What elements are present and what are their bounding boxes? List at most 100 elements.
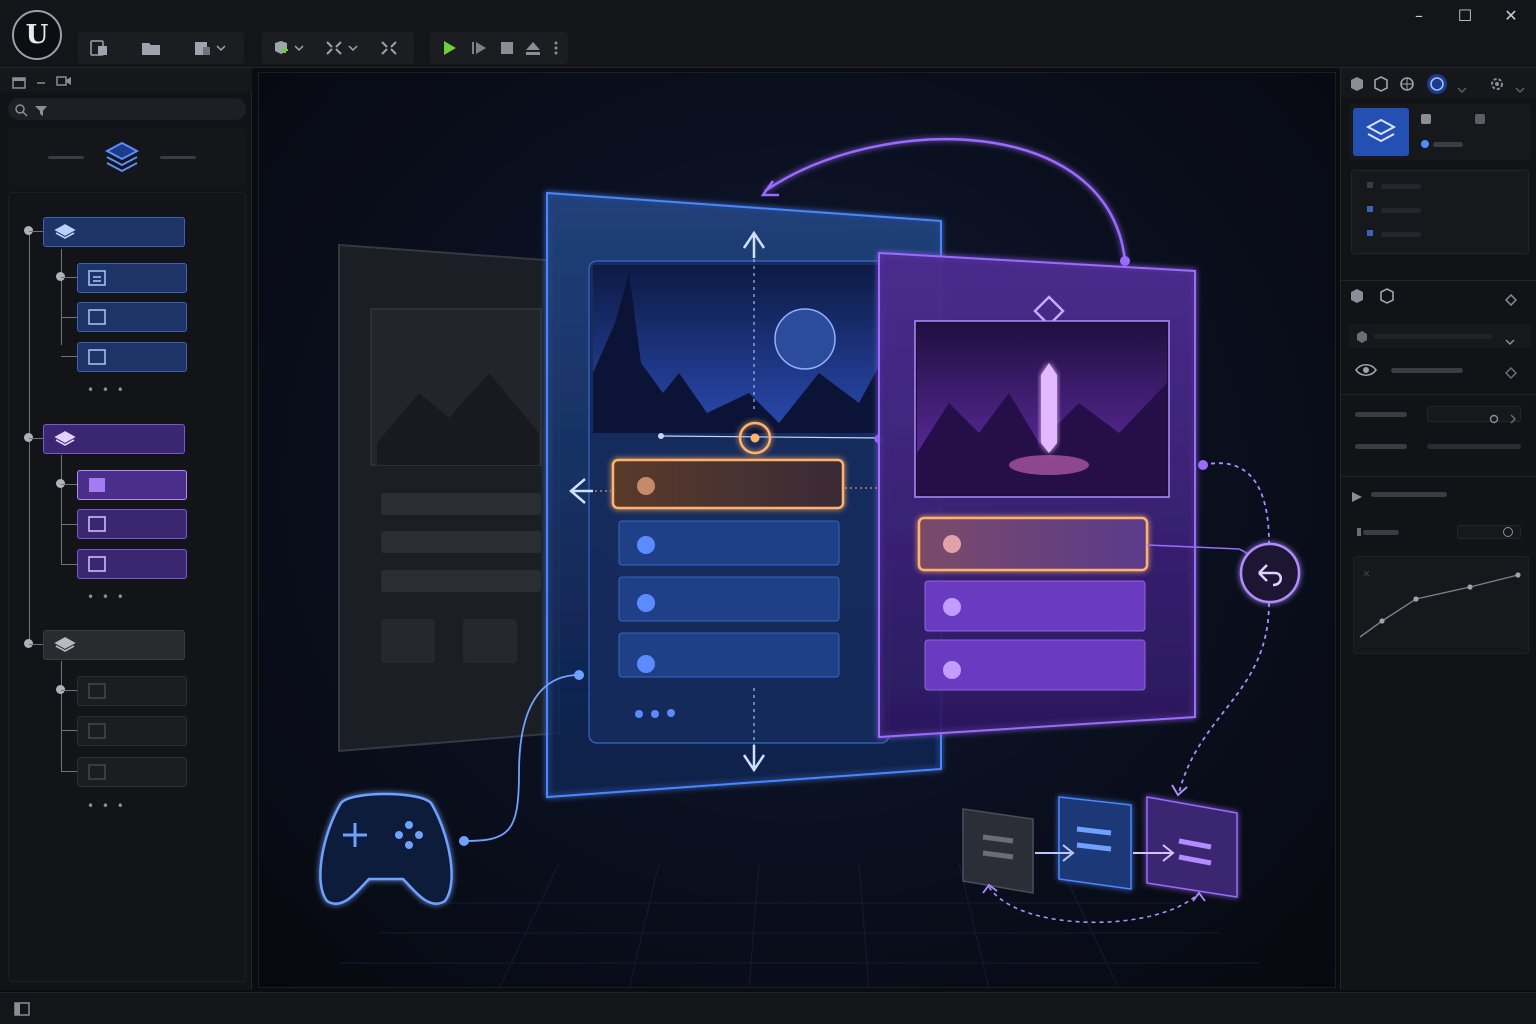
property-value-input[interactable]: [1427, 406, 1521, 422]
more-items-indicator[interactable]: • • •: [87, 590, 126, 604]
chevron-down-icon[interactable]: [1505, 332, 1515, 351]
tree-node-disabled-2[interactable]: [77, 716, 187, 746]
component-field: [1373, 334, 1493, 339]
title-bar: U – ☐ ✕: [0, 0, 1536, 68]
chevron-right-icon[interactable]: [1509, 409, 1517, 428]
tree-node-canvas-purple[interactable]: [43, 424, 185, 454]
tree-node-button-4[interactable]: [77, 549, 187, 579]
eye-icon[interactable]: [1355, 362, 1377, 381]
tree-node-disabled-3[interactable]: [77, 757, 187, 787]
anchors-section: [1351, 170, 1529, 254]
section-divider: [1341, 476, 1536, 477]
chevron-down-icon[interactable]: [1515, 80, 1525, 99]
search-icon: [14, 102, 28, 121]
tree-node-button-1[interactable]: [77, 302, 187, 332]
cube-outline-icon[interactable]: [1379, 288, 1395, 308]
purple-panel: [878, 251, 1196, 739]
diamond-icon[interactable]: [1504, 291, 1518, 310]
globe-icon[interactable]: [1427, 74, 1447, 94]
component-icon: [1355, 329, 1369, 348]
widget-tree: • • • • • • • • •: [8, 192, 246, 982]
gamepad-icon: [319, 792, 453, 905]
anchor-item-label: [1381, 208, 1421, 213]
keyframe-marker[interactable]: [1357, 528, 1361, 536]
layers-icon[interactable]: [102, 140, 142, 178]
chevron-down-icon[interactable]: [1457, 80, 1467, 99]
chevron-down-icon[interactable]: [36, 74, 46, 93]
transform-mode-button[interactable]: [322, 34, 364, 62]
header-divider-right: [160, 156, 196, 159]
tree-node-canvas-gray[interactable]: [43, 630, 185, 660]
property-circle-icon[interactable]: [1489, 409, 1499, 428]
snap-icon[interactable]: [376, 34, 402, 62]
button-widget-icon: [88, 349, 106, 365]
diamond-icon[interactable]: [1504, 364, 1518, 383]
cube-outline-icon[interactable]: [1373, 76, 1389, 96]
property-slider[interactable]: [1427, 444, 1521, 449]
anchor-item-dot: [1367, 182, 1373, 188]
eject-icon[interactable]: [520, 34, 546, 62]
tree-node-button-2[interactable]: [77, 342, 187, 372]
gear-icon[interactable]: [1489, 76, 1505, 96]
property-label: [1355, 412, 1407, 417]
button-widget-icon: [88, 683, 106, 699]
section-divider: [1341, 394, 1536, 395]
tree-node-selected[interactable]: [77, 470, 187, 500]
visibility-field: [1391, 368, 1463, 373]
stop-icon[interactable]: [494, 34, 520, 62]
add-actor-button[interactable]: [268, 34, 310, 62]
property-label: [1355, 444, 1407, 449]
button-widget-icon: [88, 309, 106, 325]
content-dropdown-button[interactable]: [190, 34, 232, 62]
header-divider-left: [48, 156, 84, 159]
maximize-button[interactable]: ☐: [1450, 4, 1480, 26]
visibility-toggle[interactable]: [1421, 114, 1431, 124]
more-options-icon[interactable]: [548, 34, 564, 62]
ghost-panel: [338, 243, 560, 753]
panel-tab-icon[interactable]: [12, 74, 26, 93]
filter-icon[interactable]: [34, 102, 48, 121]
play-animation-icon[interactable]: [1351, 488, 1363, 507]
button-widget-icon: [88, 556, 106, 572]
layers-icon: [54, 431, 76, 446]
lock-toggle[interactable]: [1475, 114, 1485, 124]
step-icon[interactable]: [466, 34, 492, 62]
layers-thumbnail-icon[interactable]: [1353, 108, 1409, 156]
close-button[interactable]: ✕: [1496, 4, 1526, 26]
record-icon[interactable]: [1503, 527, 1513, 537]
timeline-track: [1363, 530, 1399, 535]
unreal-logo[interactable]: U: [12, 10, 62, 60]
selected-widget-icon: [89, 478, 105, 492]
design-viewport[interactable]: [258, 72, 1336, 988]
sphere-icon[interactable]: [1399, 76, 1415, 96]
tree-node-canvas-blue[interactable]: [43, 217, 185, 247]
folder-icon[interactable]: [138, 34, 164, 62]
curve-editor[interactable]: [1353, 556, 1529, 654]
button-widget-icon: [88, 723, 106, 739]
more-items-indicator[interactable]: • • •: [87, 383, 126, 397]
accent-dot: [1421, 140, 1429, 148]
anchor-item-dot: [1367, 230, 1373, 236]
content-drawer-icon[interactable]: [14, 1001, 30, 1020]
layers-icon: [54, 224, 76, 239]
details-panel: [1340, 68, 1536, 990]
anchor-item-label: [1381, 232, 1421, 237]
save-icon[interactable]: [86, 34, 112, 62]
tree-node-button-3[interactable]: [77, 509, 187, 539]
tree-node-image[interactable]: [77, 263, 187, 293]
play-icon[interactable]: [436, 34, 462, 62]
minimize-button[interactable]: –: [1404, 4, 1434, 26]
more-items-indicator[interactable]: • • •: [87, 799, 126, 813]
widget-header: [8, 128, 246, 186]
button-widget-icon: [88, 516, 106, 532]
tree-node-disabled-1[interactable]: [77, 676, 187, 706]
image-widget-icon: [88, 270, 106, 286]
anchor-item-dot: [1367, 206, 1373, 212]
status-bar: [0, 992, 1536, 1024]
hierarchy-panel: • • • • • • • • •: [0, 68, 252, 990]
cube-icon[interactable]: [1349, 76, 1365, 96]
search-input[interactable]: [8, 98, 246, 120]
button-widget-icon: [88, 764, 106, 780]
cube-icon[interactable]: [1349, 288, 1365, 308]
camera-icon[interactable]: [56, 73, 72, 92]
